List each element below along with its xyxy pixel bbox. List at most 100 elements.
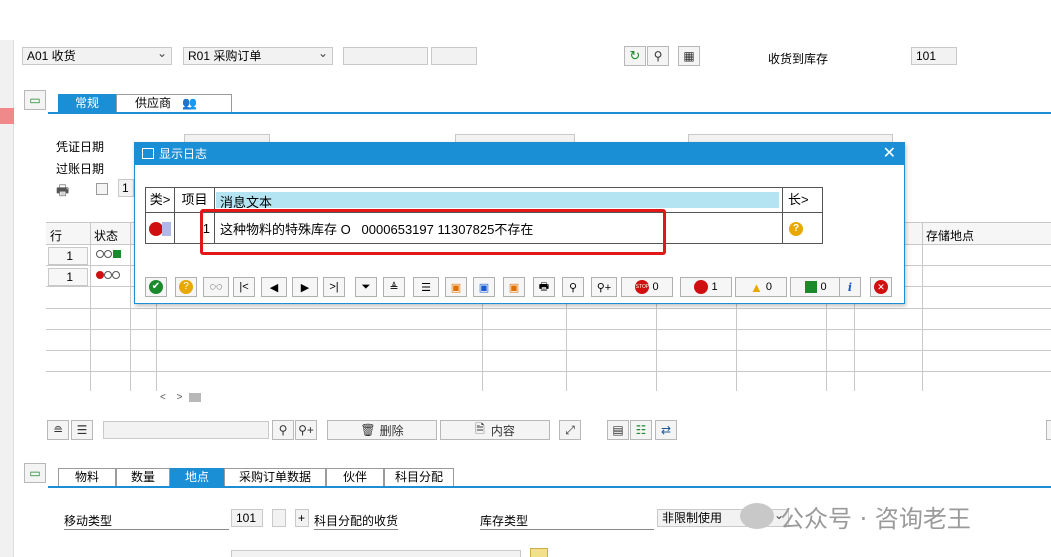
- tab-account-assignment[interactable]: 科目分配: [384, 468, 454, 486]
- horizontal-scrollbar[interactable]: < >: [160, 392, 220, 404]
- warning-filter-button[interactable]: ▲ 0: [735, 277, 787, 297]
- search-field[interactable]: [103, 421, 269, 439]
- print-checkbox[interactable]: [96, 183, 108, 195]
- sort-desc-button[interactable]: ☰: [413, 277, 439, 297]
- last-page-button[interactable]: >|: [323, 277, 345, 297]
- tab-quantity[interactable]: 数量: [116, 468, 170, 486]
- row-line-cell[interactable]: 1: [48, 268, 88, 286]
- right-edge-button[interactable]: [1046, 420, 1051, 440]
- tab-material[interactable]: 物料: [58, 468, 116, 486]
- binoculars-plus-icon: ⚲+: [298, 423, 314, 437]
- red-light-icon: [96, 271, 104, 279]
- error-filter-button[interactable]: 1: [680, 277, 732, 297]
- scroll-left-icon[interactable]: <: [160, 392, 166, 403]
- filter-button[interactable]: ⏷: [355, 277, 377, 297]
- delete-button[interactable]: 🗑 删除: [327, 420, 437, 440]
- movement-type-value[interactable]: 101: [231, 509, 263, 527]
- prev-page-button[interactable]: ◀: [261, 277, 287, 297]
- cancel-button[interactable]: ✕: [870, 277, 892, 297]
- detail-button[interactable]: ◌◌: [203, 277, 229, 297]
- log-long-cell[interactable]: ?: [783, 213, 823, 244]
- row-status-error: [96, 271, 120, 283]
- grid-line: [46, 371, 1051, 372]
- export-spreadsheet-button[interactable]: ▣: [503, 277, 525, 297]
- filter-lines-button[interactable]: ☰: [71, 420, 93, 440]
- filter-icon: ☰: [76, 423, 88, 437]
- tab-location[interactable]: 地点: [170, 468, 224, 486]
- toggle-header-button[interactable]: ▭: [24, 90, 46, 110]
- content-button[interactable]: 🗎 内容: [440, 420, 550, 440]
- first-page-button[interactable]: |<: [233, 277, 255, 297]
- info-button[interactable]: i: [839, 277, 861, 297]
- printer-icon[interactable]: 🖶: [56, 180, 69, 204]
- close-icon[interactable]: ✕: [883, 143, 896, 165]
- reference-doc-dropdown[interactable]: R01 采购订单: [183, 47, 333, 65]
- col-header-status: 状态: [94, 229, 119, 243]
- bottom-field[interactable]: [231, 550, 521, 557]
- print-count-field[interactable]: 1: [118, 179, 134, 197]
- find-button[interactable]: ⚲: [562, 277, 584, 297]
- green-square-icon: [805, 281, 818, 293]
- reference-doc-item[interactable]: [431, 47, 477, 65]
- log-header-long[interactable]: 长>: [783, 188, 823, 213]
- grid-line: [46, 350, 1051, 351]
- panel-toggle-icon: ▭: [29, 466, 41, 480]
- red-error-icon: [149, 222, 163, 236]
- export-button[interactable]: ▣: [445, 277, 467, 297]
- bottom-warning-icon[interactable]: [530, 548, 548, 557]
- stop-icon: STOP: [635, 280, 650, 294]
- find-button[interactable]: ⚲: [272, 420, 294, 440]
- fullscreen-button[interactable]: ⤢: [559, 420, 581, 440]
- find-next-button[interactable]: ⚲+: [591, 277, 617, 297]
- binoculars-icon: ⚲: [653, 49, 663, 63]
- save-layout-button[interactable]: ▤: [607, 420, 629, 440]
- grid-line: [922, 223, 923, 391]
- export-local-button[interactable]: ▣: [473, 277, 495, 297]
- sort-asc-button[interactable]: ≜: [383, 277, 405, 297]
- detail-tab-underline: [48, 486, 1051, 488]
- binoculars-button[interactable]: ⚲: [647, 46, 669, 66]
- goods-receipt-value[interactable]: 101: [911, 47, 957, 65]
- acct-assign-checkbox[interactable]: +: [295, 509, 309, 527]
- transfer-button[interactable]: ⇄: [655, 420, 677, 440]
- stop-filter-button[interactable]: STOP 0: [621, 277, 673, 297]
- calculator-button[interactable]: ▦: [678, 46, 700, 66]
- print-button[interactable]: 🖶: [533, 277, 555, 297]
- toggle-detail-button[interactable]: ▭: [24, 463, 46, 483]
- delete-label: 删除: [379, 423, 404, 438]
- expand-icon: ⤢: [565, 422, 575, 437]
- green-check-icon: ✔: [149, 280, 163, 294]
- glasses-icon: ◌◌: [209, 281, 223, 293]
- tab-po-data[interactable]: 采购订单数据: [224, 468, 326, 486]
- log-header-type[interactable]: 类>: [146, 188, 175, 213]
- add-line-button[interactable]: ☷: [630, 420, 652, 440]
- dialog-title-bar: 显示日志 ✕: [135, 143, 904, 165]
- sort-asc-icon: ≜: [389, 281, 399, 294]
- grid-line: [46, 329, 1051, 330]
- movement-type-dropdown[interactable]: A01 收货: [22, 47, 172, 65]
- movement-type-ext[interactable]: [272, 509, 286, 527]
- row-line-cell[interactable]: 1: [48, 247, 88, 265]
- success-filter-button[interactable]: 0: [790, 277, 842, 297]
- warning-count: 0: [765, 281, 772, 293]
- error-count: 1: [711, 281, 718, 293]
- left-strip-marker: [0, 108, 14, 124]
- scroll-right-icon[interactable]: >: [177, 392, 183, 403]
- next-page-button[interactable]: ▶: [292, 277, 318, 297]
- tab-partner[interactable]: 伙伴: [326, 468, 384, 486]
- tab-vendor[interactable]: 供应商 👥: [116, 94, 232, 112]
- dialog-title: 显示日志: [159, 147, 208, 161]
- selection-marker: [162, 222, 171, 236]
- reference-doc-number[interactable]: [343, 47, 428, 65]
- execute-check-button[interactable]: ↻: [624, 46, 646, 66]
- find-next-button[interactable]: ⚲+: [295, 420, 317, 440]
- goods-receipt-label: 收货到库存: [768, 52, 829, 66]
- scroll-thumb[interactable]: [189, 392, 202, 402]
- help-button[interactable]: ?: [175, 277, 197, 297]
- confirm-button[interactable]: ✔: [145, 277, 167, 297]
- sort-asc-button[interactable]: ≘: [47, 420, 69, 440]
- tab-general[interactable]: 常规: [58, 94, 116, 112]
- help-question-icon[interactable]: ?: [789, 222, 803, 236]
- last-page-icon: >|: [329, 281, 339, 293]
- grid-line: [130, 223, 131, 391]
